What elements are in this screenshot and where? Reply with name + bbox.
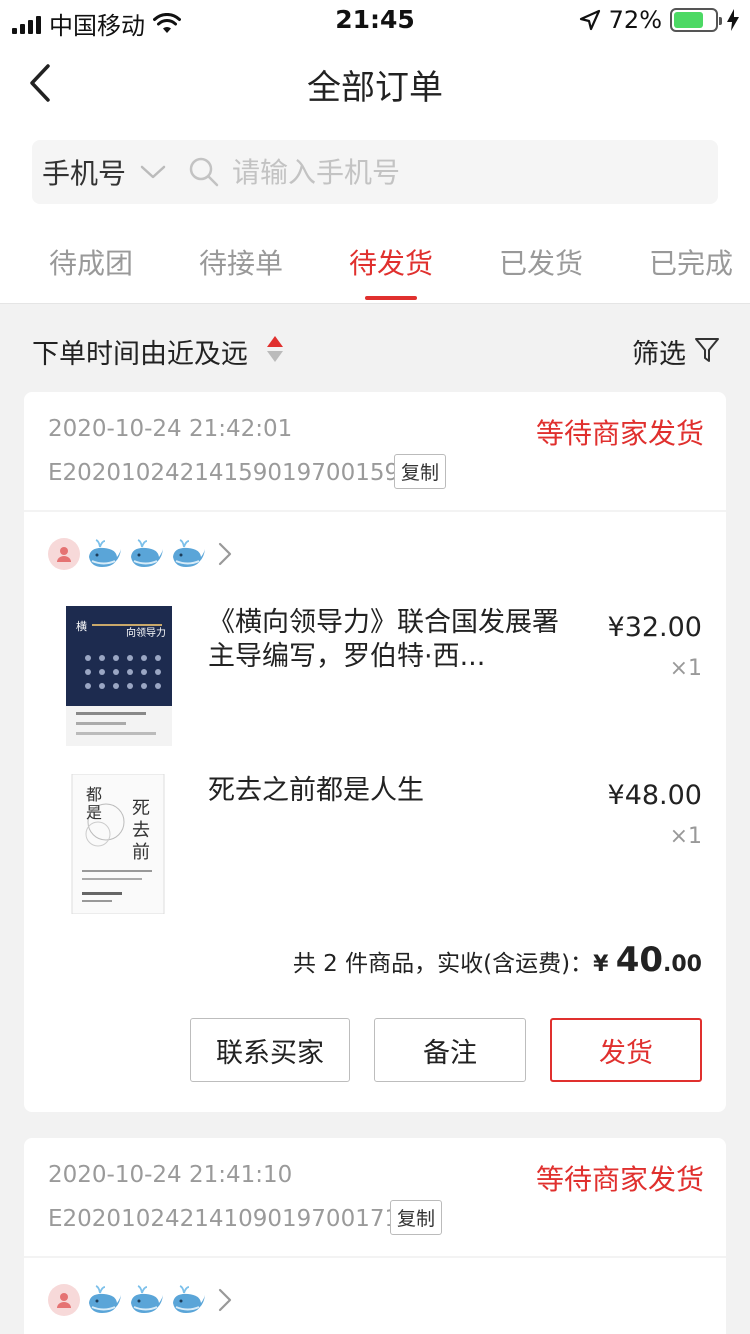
- order-time: 2020-10-24 21:42:01: [48, 416, 293, 442]
- order-number: E20201024214159019700159: [48, 460, 400, 486]
- svg-text:去: 去: [132, 820, 150, 841]
- svg-text:前: 前: [132, 842, 150, 863]
- filter-button[interactable]: 筛选: [632, 332, 686, 371]
- phone-search-input[interactable]: [232, 155, 653, 189]
- copy-button[interactable]: 复制: [394, 454, 447, 489]
- chevron-down-icon[interactable]: [140, 164, 166, 180]
- battery-percent: 72%: [608, 6, 662, 34]
- whale-emoji-icon: [173, 539, 205, 567]
- chevron-right-icon: [218, 542, 232, 566]
- status-right: 72%: [579, 6, 740, 34]
- battery-icon: [670, 8, 722, 32]
- svg-text:都: 都: [86, 785, 102, 804]
- order-card: 2020-10-24 21:42:01 E2020102421415901970…: [24, 392, 726, 1112]
- item-title: 死去之前都是人生: [208, 775, 424, 806]
- search-type-select[interactable]: 手机号: [42, 152, 126, 192]
- contact-buyer-button[interactable]: 联系买家: [190, 1018, 350, 1082]
- summary-currency: ¥: [593, 952, 609, 977]
- item-price: ¥48.00: [607, 780, 702, 811]
- item-quantity: ×1: [669, 824, 702, 849]
- whale-emoji-icon: [131, 1285, 163, 1313]
- whale-emoji-icon: [89, 539, 121, 567]
- order-summary: 共 2 件商品，实收(含运费)：¥ 40.00: [293, 940, 702, 980]
- status-tabs: 待成团 待接单 待发货 已发货 已完成: [0, 220, 750, 304]
- battery-fill: [674, 12, 703, 28]
- avatar: [48, 1284, 80, 1316]
- status-bar: 中国移动 21:45 72%: [0, 0, 750, 40]
- buyer-row[interactable]: [48, 1284, 234, 1316]
- search-section: 手机号: [0, 128, 750, 220]
- location-arrow-icon: [579, 9, 600, 31]
- tab-shipped[interactable]: 已发货: [466, 242, 616, 282]
- avatar: [48, 538, 80, 570]
- book-cover-image: 都 是 死 去 前: [71, 774, 165, 914]
- sort-arrows-icon[interactable]: [264, 334, 286, 364]
- note-button[interactable]: 备注: [374, 1018, 526, 1082]
- summary-amount-integer: 40: [615, 940, 664, 980]
- sort-toggle[interactable]: 下单时间由近及远: [32, 332, 248, 371]
- charging-bolt-icon: [727, 9, 739, 31]
- search-box: 手机号: [32, 140, 718, 204]
- nav-bar: 全部订单: [0, 40, 750, 128]
- svg-text:横: 横: [76, 619, 87, 633]
- order-status: 等待商家发货: [535, 417, 704, 450]
- svg-text:死: 死: [132, 798, 150, 819]
- tab-pending-ship[interactable]: 待发货: [316, 242, 466, 282]
- buyer-row[interactable]: [48, 538, 234, 570]
- order-time: 2020-10-24 21:41:10: [48, 1162, 293, 1188]
- user-icon: [57, 1293, 71, 1308]
- tab-pending-group[interactable]: 待成团: [16, 242, 166, 282]
- item-title: 《横向领导力》联合国发展署主导编写，罗伯特·西...: [208, 607, 559, 672]
- order-header: 2020-10-24 21:42:01 E2020102421415901970…: [24, 392, 726, 512]
- order-item[interactable]: 都 是 死 去 前 死去之前都是人生 ¥48.00 ×1: [24, 774, 726, 914]
- sort-filter-row: 下单时间由近及远 筛选: [0, 304, 750, 392]
- item-price: ¥32.00: [607, 612, 702, 643]
- filter-funnel-icon[interactable]: [694, 336, 720, 364]
- summary-text: 共 2 件商品，实收(含运费)：: [292, 951, 594, 977]
- search-icon: [189, 157, 219, 187]
- copy-button[interactable]: 复制: [390, 1200, 443, 1235]
- svg-text:是: 是: [86, 803, 102, 822]
- active-tab-underline: [365, 296, 417, 300]
- item-quantity: ×1: [669, 656, 702, 681]
- order-header: 2020-10-24 21:41:10 E2020102421410901970…: [24, 1138, 726, 1258]
- order-number: E20201024214109019700171: [48, 1206, 400, 1232]
- order-status: 等待商家发货: [535, 1163, 704, 1196]
- page-title: 全部订单: [307, 68, 443, 108]
- tab-completed[interactable]: 已完成: [616, 242, 750, 282]
- book-cover-image: 横 向领导力: [66, 606, 172, 746]
- summary-amount-decimal: .00: [663, 952, 702, 977]
- order-card: 2020-10-24 21:41:10 E2020102421410901970…: [24, 1138, 726, 1334]
- user-icon: [57, 547, 71, 562]
- whale-emoji-icon: [89, 1285, 121, 1313]
- tab-pending-accept[interactable]: 待接单: [166, 242, 316, 282]
- ship-button[interactable]: 发货: [550, 1018, 702, 1082]
- whale-emoji-icon: [131, 539, 163, 567]
- svg-text:向领导力: 向领导力: [126, 626, 166, 639]
- whale-emoji-icon: [173, 1285, 205, 1313]
- order-item[interactable]: 横 向领导力 《横向领导力》联合国发展署主导编写，罗伯特·西... ¥32.00…: [24, 606, 726, 746]
- chevron-right-icon: [218, 1288, 232, 1312]
